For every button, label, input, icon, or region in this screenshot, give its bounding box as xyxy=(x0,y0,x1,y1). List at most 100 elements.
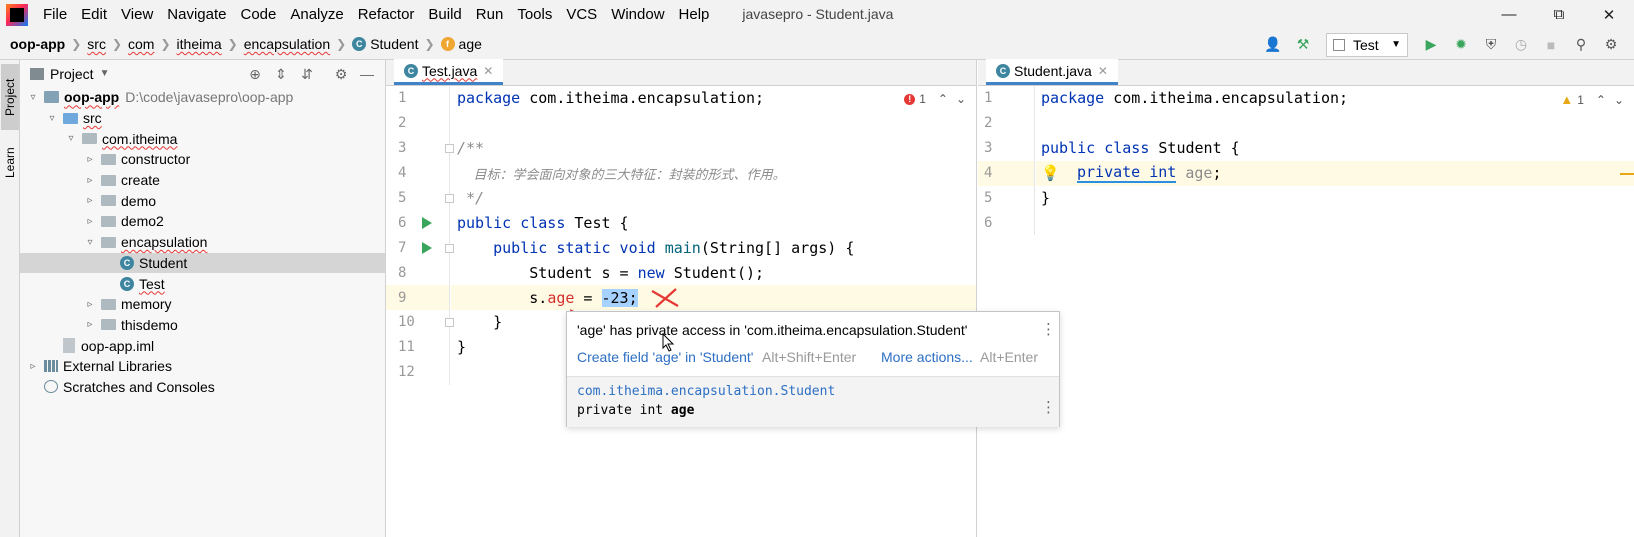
shortcut-hint: Alt+Enter xyxy=(980,349,1038,365)
chevron-right-icon[interactable]: ▹ xyxy=(83,195,97,206)
breadcrumb-com[interactable]: com xyxy=(128,36,154,52)
tree-item-demo2[interactable]: ▹ demo2 xyxy=(20,211,385,232)
build-hammer-icon[interactable]: ⚒ xyxy=(1292,34,1314,56)
tree-item-label: Student xyxy=(139,254,188,271)
run-gutter-icon[interactable] xyxy=(422,242,432,254)
tree-item-encapsulation[interactable]: ▿ encapsulation xyxy=(20,232,385,253)
breadcrumb-src[interactable]: src xyxy=(87,36,106,52)
tree-item-oop-app[interactable]: ▿ oop-app D:\code\javasepro\oop-app xyxy=(20,87,385,108)
gear-icon[interactable]: ⚙ xyxy=(331,64,351,84)
tree-item-student[interactable]: C Student xyxy=(20,252,385,274)
menu-refactor[interactable]: Refactor xyxy=(351,0,422,29)
tree-item-label: oop-app xyxy=(64,89,120,106)
search-icon[interactable]: ⚲ xyxy=(1570,34,1592,56)
coverage-icon[interactable]: ⛨ xyxy=(1480,34,1502,56)
chevron-right-icon[interactable]: ▹ xyxy=(83,299,97,310)
tree-item-oop-app-iml[interactable]: oop-app.iml xyxy=(20,335,385,356)
tree-item-constructor[interactable]: ▹ constructor xyxy=(20,149,385,170)
run-gutter-icon[interactable] xyxy=(422,217,432,229)
debug-icon[interactable]: ✹ xyxy=(1450,34,1472,56)
chevron-right-icon[interactable]: ▹ xyxy=(83,175,97,186)
doc-class-link[interactable]: com.itheima.encapsulation.Student xyxy=(577,384,835,399)
menu-file[interactable]: File xyxy=(36,0,74,29)
tree-item-scratches-and-consoles[interactable]: Scratches and Consoles xyxy=(20,377,385,398)
tree-item-com-itheima[interactable]: ▿ com.itheima xyxy=(20,128,385,149)
close-icon[interactable]: ✕ xyxy=(1584,0,1634,29)
stop-icon[interactable]: ■ xyxy=(1540,34,1562,56)
keyword: package xyxy=(1041,89,1105,108)
menu-window[interactable]: Window xyxy=(604,0,671,29)
add-user-icon[interactable]: 👤 xyxy=(1262,34,1284,56)
project-panel-title[interactable]: Project xyxy=(50,66,94,82)
menu-navigate[interactable]: Navigate xyxy=(160,0,233,29)
run-icon[interactable]: ▶ xyxy=(1420,34,1442,56)
code-line: public class Student { xyxy=(1036,136,1634,161)
restore-icon[interactable]: ⧉ xyxy=(1534,0,1584,29)
breadcrumb-module[interactable]: oop-app xyxy=(10,36,65,52)
field-icon: f xyxy=(440,37,455,51)
tree-item-label: External Libraries xyxy=(63,358,172,375)
line-number: 9 xyxy=(386,285,449,311)
main-menu: File Edit View Navigate Code Analyze Ref… xyxy=(36,0,716,29)
tab-test-java[interactable]: C Test.java ✕ xyxy=(394,59,504,85)
project-icon xyxy=(30,67,44,80)
lightbulb-icon[interactable]: 💡 xyxy=(1041,164,1077,182)
chevron-right-icon[interactable]: ▹ xyxy=(83,216,97,227)
close-icon[interactable]: ✕ xyxy=(1098,64,1108,78)
gear-icon[interactable]: ⚙ xyxy=(1600,34,1622,56)
menu-edit[interactable]: Edit xyxy=(74,0,114,29)
tree-item-thisdemo[interactable]: ▹ thisdemo xyxy=(20,315,385,336)
more-actions-link[interactable]: More actions... xyxy=(881,349,973,365)
tree-item-external-libraries[interactable]: ▹ External Libraries xyxy=(20,356,385,377)
menu-run[interactable]: Run xyxy=(469,0,511,29)
chevron-down-icon: ▼ xyxy=(1391,39,1401,50)
menu-code[interactable]: Code xyxy=(233,0,283,29)
close-icon[interactable]: ✕ xyxy=(483,64,493,78)
line-number: 3 xyxy=(984,140,993,157)
chevron-down-icon[interactable]: ▿ xyxy=(64,133,78,144)
menu-build[interactable]: Build xyxy=(421,0,468,29)
project-tool-tab[interactable]: Project xyxy=(1,64,19,130)
chevron-down-icon[interactable]: ▼ xyxy=(100,68,110,79)
tree-item-test[interactable]: C Test xyxy=(20,273,385,294)
profile-icon[interactable]: ◷ xyxy=(1510,34,1532,56)
chevron-right-icon[interactable]: ▹ xyxy=(83,154,97,165)
chevron-down-icon[interactable]: ▿ xyxy=(26,92,40,103)
locate-icon[interactable]: ⊕ xyxy=(245,64,265,84)
hide-icon[interactable]: — xyxy=(357,64,377,84)
warning-stripe-marker[interactable] xyxy=(1620,172,1634,175)
menu-analyze[interactable]: Analyze xyxy=(283,0,350,29)
chevron-right-icon[interactable]: ▹ xyxy=(26,361,40,372)
menu-vcs[interactable]: VCS xyxy=(559,0,604,29)
tab-student-java[interactable]: C Student.java ✕ xyxy=(986,59,1118,85)
tree-item-create[interactable]: ▹ create xyxy=(20,170,385,191)
tree-item-demo[interactable]: ▹ demo xyxy=(20,190,385,211)
breadcrumb-encapsulation[interactable]: encapsulation xyxy=(244,36,330,52)
menu-tools[interactable]: Tools xyxy=(510,0,559,29)
more-options-icon[interactable]: ⋮ xyxy=(1041,398,1056,416)
collapse-all-icon[interactable]: ⇵ xyxy=(297,64,317,84)
tree-item-label: create xyxy=(121,172,160,189)
more-options-icon[interactable]: ⋮ xyxy=(1041,320,1056,338)
minimize-icon[interactable]: — xyxy=(1484,0,1534,29)
tree-item-label: src xyxy=(83,110,102,127)
tree-item-memory[interactable]: ▹ memory xyxy=(20,294,385,315)
error-token[interactable]: age xyxy=(547,289,574,307)
menu-bar: File Edit View Navigate Code Analyze Ref… xyxy=(0,0,1634,29)
expand-all-icon[interactable]: ⇕ xyxy=(271,64,291,84)
code-line: package com.itheima.encapsulation; xyxy=(451,86,976,111)
menu-help[interactable]: Help xyxy=(672,0,717,29)
tree-item-src[interactable]: ▿ src xyxy=(20,108,385,129)
code-area[interactable]: package com.itheima.encapsulation; publi… xyxy=(1036,86,1634,235)
chevron-right-icon[interactable]: ▹ xyxy=(83,319,97,330)
code-line: /** xyxy=(457,139,485,158)
breadcrumb-itheima[interactable]: itheima xyxy=(177,36,222,52)
learn-tool-tab[interactable]: Learn xyxy=(1,138,19,188)
breadcrumb-age[interactable]: age xyxy=(459,36,482,52)
code-text: Test { xyxy=(565,213,629,232)
run-configuration-select[interactable]: Test ▼ xyxy=(1326,32,1408,57)
chevron-down-icon[interactable]: ▿ xyxy=(45,113,59,124)
menu-view[interactable]: View xyxy=(114,0,160,29)
chevron-down-icon[interactable]: ▿ xyxy=(83,237,97,248)
breadcrumb-student[interactable]: Student xyxy=(370,36,418,52)
